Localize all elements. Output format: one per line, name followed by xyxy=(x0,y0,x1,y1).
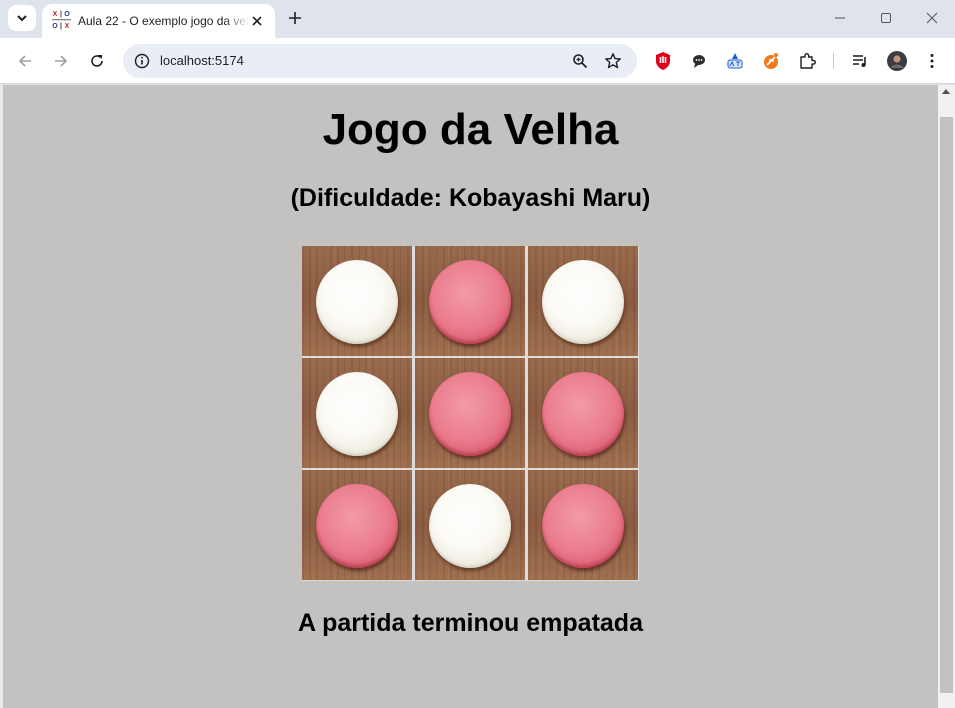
extension-chat[interactable] xyxy=(688,50,710,72)
url-text: localhost:5174 xyxy=(160,53,244,68)
feather-extension-icon xyxy=(764,53,778,69)
white-piece xyxy=(429,484,511,568)
minimize-icon xyxy=(835,17,845,19)
red-piece xyxy=(542,484,624,568)
board-cell-5[interactable] xyxy=(528,358,638,468)
zoom-button[interactable] xyxy=(570,51,590,71)
kebab-menu-icon xyxy=(930,54,934,68)
extensions-button[interactable] xyxy=(796,50,818,72)
bookmark-button[interactable] xyxy=(603,51,623,71)
minimize-button[interactable] xyxy=(828,6,852,30)
difficulty-subtitle: (Dificuldade: Kobayashi Maru) xyxy=(290,184,651,212)
board-cell-3[interactable] xyxy=(302,358,412,468)
extension-feather[interactable] xyxy=(760,50,782,72)
white-piece xyxy=(316,260,398,344)
tab-search-button[interactable] xyxy=(8,5,36,31)
back-button[interactable] xyxy=(13,49,37,73)
tab-strip: X | O — — — O | X Aula 22 - O exemplo jo… xyxy=(0,0,955,38)
active-tab[interactable]: X | O — — — O | X Aula 22 - O exemplo jo… xyxy=(42,4,275,38)
chat-extension-icon xyxy=(693,55,705,68)
vertical-scrollbar[interactable] xyxy=(938,85,955,708)
new-tab-button[interactable] xyxy=(284,7,306,29)
media-controls-button[interactable] xyxy=(849,50,871,72)
profile-avatar[interactable] xyxy=(886,50,908,72)
close-window-button[interactable] xyxy=(920,6,944,30)
board-cell-6[interactable] xyxy=(302,470,412,580)
toolbar-divider xyxy=(833,53,834,69)
shield-extension-icon xyxy=(656,52,670,70)
media-icon xyxy=(853,55,866,67)
avatar-icon xyxy=(887,51,907,71)
board-cell-7[interactable] xyxy=(415,470,525,580)
red-piece xyxy=(429,260,511,344)
arrow-right-icon xyxy=(55,55,68,67)
plus-icon xyxy=(289,12,301,24)
page-title: Jogo da Velha xyxy=(322,105,619,154)
scroll-up-arrow-icon[interactable] xyxy=(942,89,950,94)
page-viewport: Jogo da Velha (Dificuldade: Kobayashi Ma… xyxy=(3,85,938,708)
tab-title: Aula 22 - O exemplo jogo da velha xyxy=(78,14,249,28)
red-piece xyxy=(429,372,511,456)
tic-tac-toe-favicon-icon: X | O — — — O | X xyxy=(52,11,71,30)
browser-menu-button[interactable] xyxy=(921,50,943,72)
maximize-button[interactable] xyxy=(874,6,898,30)
board-cell-1[interactable] xyxy=(415,246,525,356)
extension-translate[interactable] xyxy=(724,50,746,72)
forward-button[interactable] xyxy=(49,49,73,73)
scrollbar-thumb[interactable] xyxy=(940,117,953,693)
star-icon xyxy=(605,53,621,69)
white-piece xyxy=(542,260,624,344)
extension-shield[interactable] xyxy=(652,50,674,72)
puzzle-icon xyxy=(800,53,816,69)
maximize-icon xyxy=(881,13,891,23)
address-bar[interactable]: localhost:5174 xyxy=(123,44,637,78)
close-tab-button[interactable] xyxy=(249,13,265,29)
game-status: A partida terminou empatada xyxy=(298,609,643,637)
chevron-down-icon xyxy=(17,15,27,22)
board-cell-4[interactable] xyxy=(415,358,525,468)
board-cell-8[interactable] xyxy=(528,470,638,580)
red-piece xyxy=(542,372,624,456)
arrow-left-icon xyxy=(18,55,31,67)
red-piece xyxy=(316,484,398,568)
game-board xyxy=(302,246,639,581)
reload-button[interactable] xyxy=(85,49,109,73)
close-icon xyxy=(926,12,938,24)
site-info-button[interactable] xyxy=(133,52,151,70)
white-piece xyxy=(316,372,398,456)
board-cell-0[interactable] xyxy=(302,246,412,356)
info-icon xyxy=(134,53,150,69)
zoom-icon xyxy=(573,54,588,69)
translate-extension-icon xyxy=(727,53,743,69)
reload-icon xyxy=(91,55,103,67)
browser-toolbar: localhost:5174 xyxy=(0,38,955,84)
board-cell-2[interactable] xyxy=(528,246,638,356)
close-icon xyxy=(252,16,262,26)
